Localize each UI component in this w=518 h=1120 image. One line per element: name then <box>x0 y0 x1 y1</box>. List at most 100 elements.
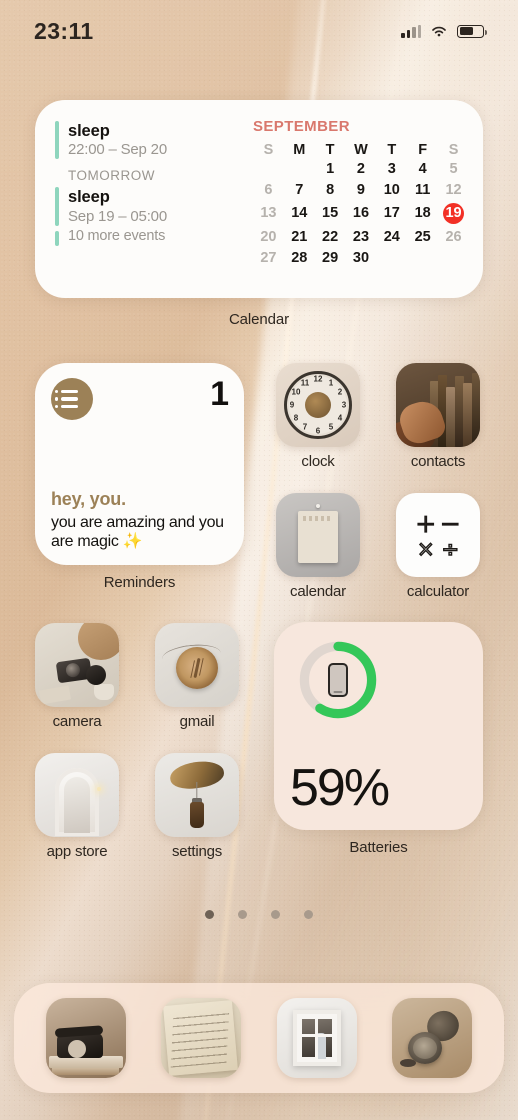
calendar-day-25[interactable]: 25 <box>407 226 438 247</box>
reminders-list-body: you are amazing and you are magic ✨ <box>51 513 224 551</box>
calendar-day-24[interactable]: 24 <box>376 226 407 247</box>
app-label-settings: settings <box>171 843 223 860</box>
calendar-day-8[interactable]: 8 <box>315 180 346 201</box>
calendar-day-empty <box>438 247 469 268</box>
cup <box>93 684 114 701</box>
calendar-day-15[interactable]: 15 <box>315 201 346 227</box>
calendar-day-11[interactable]: 11 <box>407 180 438 201</box>
calendar-weekday-4: T <box>387 142 397 158</box>
calendar-widget-label: Calendar <box>228 311 290 328</box>
dock-icon-photos[interactable] <box>276 998 357 1078</box>
calendar-weeks: 1 2 3 4 5 6 7 8 9 10 11 12 13 14 15 16 17 18 19 20 21 22 23 24 2… <box>253 159 469 268</box>
event-time: Sep 19 – 05:00 <box>68 207 167 225</box>
app-icon-contacts[interactable]: contacts <box>396 363 480 470</box>
calendar-day-1[interactable]: 1 <box>315 159 346 180</box>
app-icon-clock[interactable]: 12 1 2 3 4 5 6 7 8 9 10 11 clock <box>276 363 360 470</box>
dock-icon-compass[interactable] <box>392 998 473 1078</box>
event-title: sleep <box>68 122 110 140</box>
app-label-camera: camera <box>52 713 102 730</box>
wall-lamp <box>96 786 101 791</box>
page-dot-0[interactable] <box>205 910 214 919</box>
reminders-widget[interactable]: 1 hey, you. you are amazing and you are … <box>35 363 244 565</box>
calendar-weekday-6: S <box>448 142 459 158</box>
calendar-day-2[interactable]: 2 <box>346 159 377 180</box>
calendar-week-row: 27 28 29 30 <box>253 247 469 268</box>
calendar-day-18[interactable]: 18 <box>407 201 438 227</box>
calendar-day-19[interactable]: 19 <box>438 201 469 227</box>
app-label-gmail: gmail <box>179 713 215 730</box>
calendar-day-10[interactable]: 10 <box>376 180 407 201</box>
calendar-day-9[interactable]: 9 <box>346 180 377 201</box>
app-icon-calendar[interactable]: calendar <box>276 493 360 600</box>
page-indicator-dots[interactable] <box>0 910 518 919</box>
calendar-day-6[interactable]: 6 <box>253 180 284 201</box>
event-title: sleep <box>68 188 110 207</box>
calendar-event: sleep 22:00 – Sep 20 <box>55 121 245 160</box>
calendar-day-16[interactable]: 16 <box>346 201 377 227</box>
list-bullets-icon <box>51 378 93 420</box>
calculator-operators-icon: ＋ － × ÷ <box>396 493 480 577</box>
calendar-weekday-0: S <box>263 142 274 158</box>
lens <box>85 665 106 685</box>
calendar-day-14[interactable]: 14 <box>284 201 315 227</box>
app-icon-calculator[interactable]: ＋ － × ÷ calculator <box>396 493 480 600</box>
paper <box>39 685 72 705</box>
app-icon-gmail[interactable]: gmail <box>155 623 239 730</box>
hanging-lamp-photo-icon <box>155 753 239 837</box>
iphone-icon <box>328 663 348 697</box>
paper-calendar-photo-icon <box>276 493 360 577</box>
calendar-day-22[interactable]: 22 <box>315 226 346 247</box>
calendar-day-5[interactable]: 5 <box>438 159 469 180</box>
calendar-day-4[interactable]: 4 <box>407 159 438 180</box>
archway-inner <box>64 776 90 833</box>
batteries-widget-label: Batteries <box>349 839 408 856</box>
lamp-body <box>190 801 204 828</box>
calendar-day-3[interactable]: 3 <box>376 159 407 180</box>
calendar-day-7[interactable]: 7 <box>284 180 315 201</box>
calendar-day-12[interactable]: 12 <box>438 180 469 201</box>
page-dot-1[interactable] <box>238 910 247 919</box>
clock-face-photo-icon: 12 1 2 3 4 5 6 7 8 9 10 11 <box>276 363 360 447</box>
divide-icon: ÷ <box>441 537 460 561</box>
calendar-day-27[interactable]: 27 <box>253 247 284 268</box>
more-events-label: 10 more events <box>68 227 166 244</box>
batteries-widget[interactable]: 59% <box>274 622 483 830</box>
camera-flatlay-photo-icon <box>35 623 119 707</box>
calendar-week-row: 20 21 22 23 24 25 26 <box>253 226 469 247</box>
app-icon-camera[interactable]: camera <box>35 623 119 730</box>
calendar-day-20[interactable]: 20 <box>253 226 284 247</box>
calendar-widget[interactable]: sleep 22:00 – Sep 20 TOMORROW sleep Sep … <box>35 100 483 298</box>
dock-icon-phone[interactable] <box>45 998 126 1078</box>
calendar-events-list: sleep 22:00 – Sep 20 TOMORROW sleep Sep … <box>55 118 245 284</box>
page-dot-3[interactable] <box>304 910 313 919</box>
app-icon-settings[interactable]: settings <box>155 753 239 860</box>
app-label-app-store: app store <box>46 843 108 860</box>
calendar-event: sleep Sep 19 – 05:00 <box>55 187 245 226</box>
calendar-day-30[interactable]: 30 <box>346 247 377 268</box>
home-screen: sleep 22:00 – Sep 20 TOMORROW sleep Sep … <box>0 0 518 1120</box>
calendar-weekday-3: W <box>354 142 368 158</box>
calendar-day-13[interactable]: 13 <box>253 201 284 227</box>
calendar-day-23[interactable]: 23 <box>346 226 377 247</box>
calendar-more-events-row: 10 more events <box>55 228 245 246</box>
calendar-day-26[interactable]: 26 <box>438 226 469 247</box>
calendar-today-highlight: 19 <box>443 202 465 224</box>
page-dot-2[interactable] <box>271 910 280 919</box>
calendar-day-28[interactable]: 28 <box>284 247 315 268</box>
event-accent-bar <box>55 121 59 160</box>
dock-icon-notes[interactable] <box>161 998 242 1078</box>
calendar-weekday-5: F <box>418 142 428 158</box>
calendar-table: SMTWTFS 1 2 3 4 5 6 7 8 9 10 11 12 13 14 15 16 17 18 19 20 2… <box>253 141 469 268</box>
calendar-day-empty <box>407 247 438 268</box>
hat <box>78 623 119 661</box>
white-archway-photo-icon <box>35 753 119 837</box>
calendar-day-17[interactable]: 17 <box>376 201 407 227</box>
calendar-day-empty <box>253 159 284 180</box>
dock <box>14 983 504 1093</box>
app-icon-app-store[interactable]: app store <box>35 753 119 860</box>
nail <box>316 503 320 508</box>
calendar-day-29[interactable]: 29 <box>315 247 346 268</box>
calendar-day-empty <box>284 159 315 180</box>
calendar-day-21[interactable]: 21 <box>284 226 315 247</box>
wood-slice-pendant-photo-icon <box>155 623 239 707</box>
